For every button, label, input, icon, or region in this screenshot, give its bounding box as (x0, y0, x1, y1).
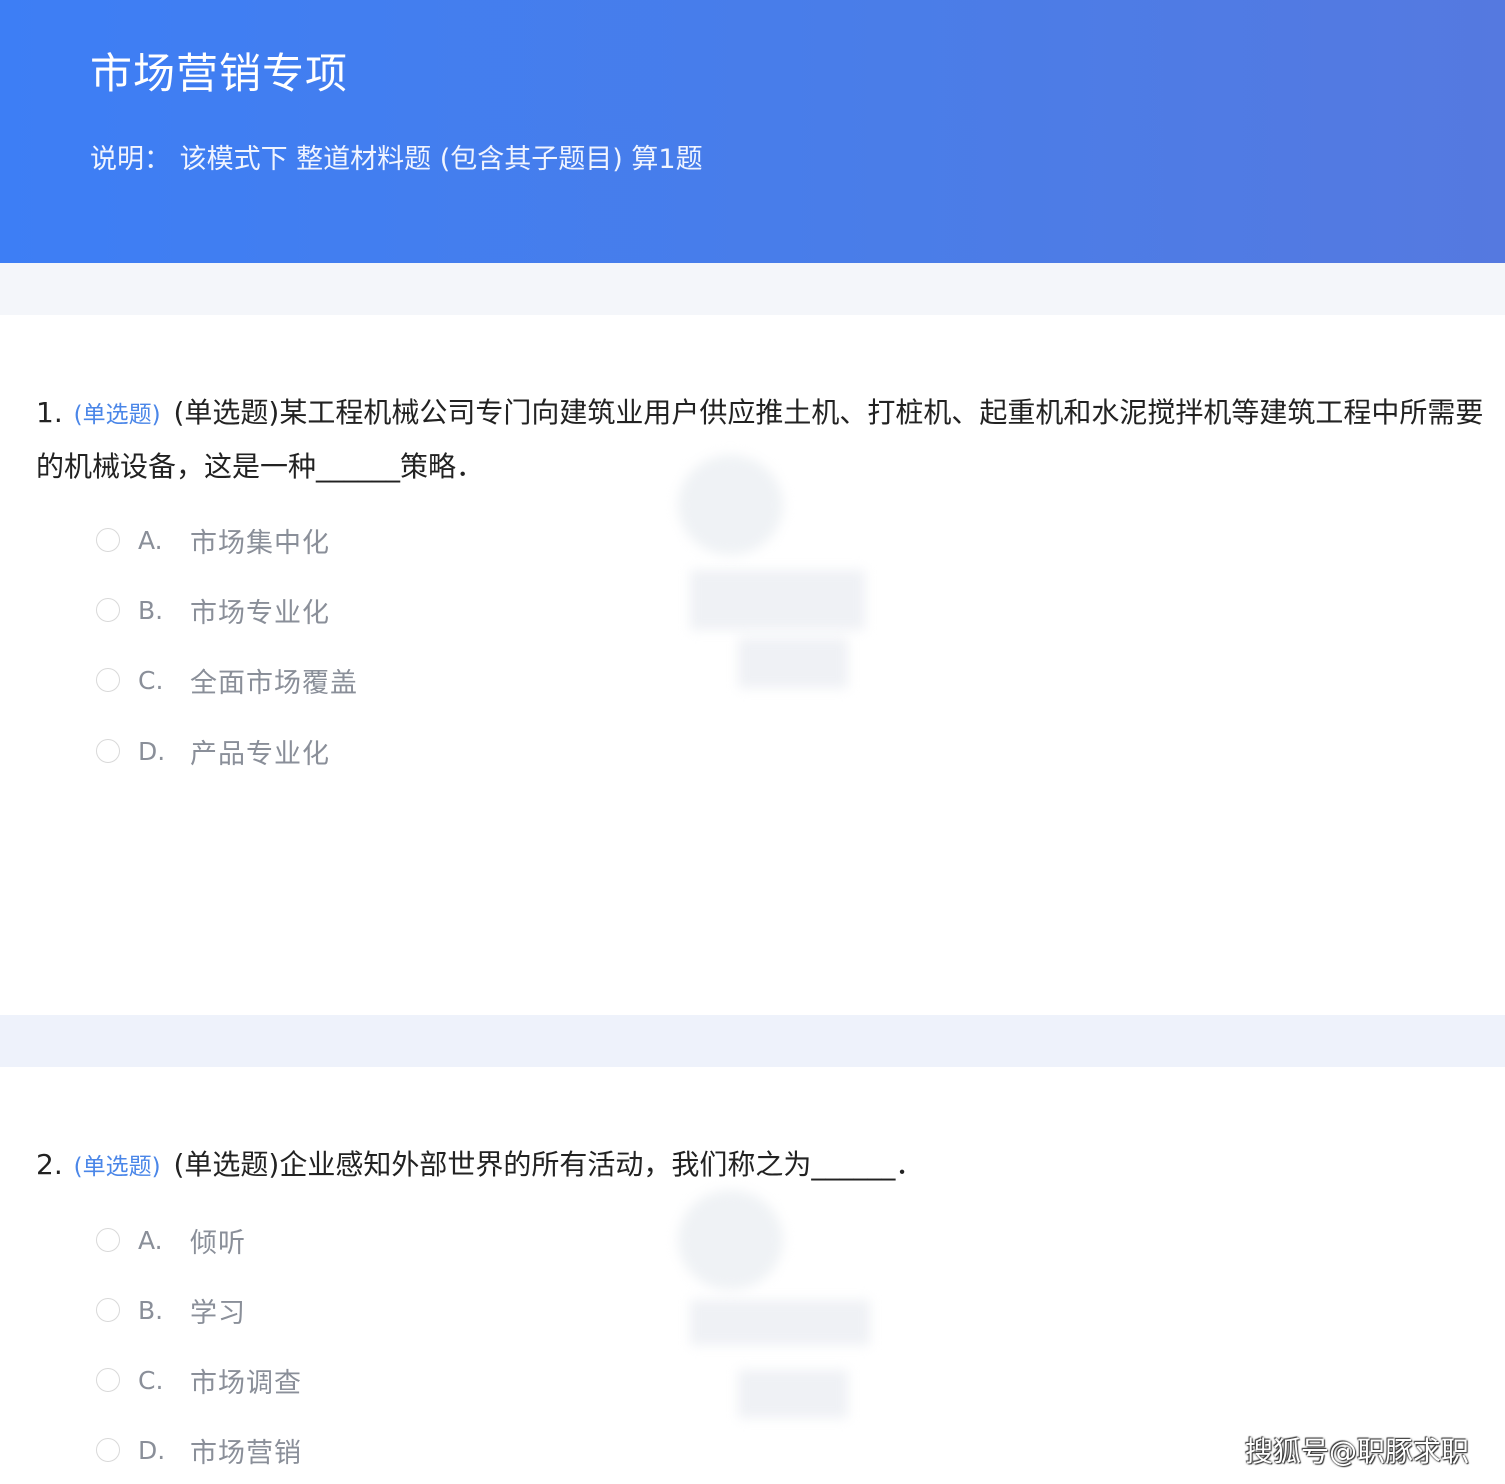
section-divider (0, 263, 1505, 315)
radio-button[interactable] (96, 1368, 120, 1392)
blurred-watermark-avatar (678, 455, 783, 555)
option-letter: B. (138, 1295, 164, 1325)
option-text: 市场营销 (190, 1437, 302, 1469)
option-a[interactable]: A. 倾听 (96, 1220, 246, 1260)
option-text: 产品专业化 (190, 738, 330, 770)
radio-button[interactable] (96, 528, 120, 552)
option-b[interactable]: B. 市场专业化 (96, 590, 330, 630)
page-header: 市场营销专项 说明： 该模式下 整道材料题 (包含其子题目) 算1题 (0, 0, 1505, 263)
option-text: 倾听 (190, 1227, 246, 1259)
question-stem: 2. (单选题) (单选题)企业感知外部世界的所有活动，我们称之为______． (36, 1139, 1501, 1193)
option-text: 学习 (190, 1297, 246, 1329)
option-letter: A. (138, 525, 163, 555)
question-text: (单选题)企业感知外部世界的所有活动，我们称之为______． (173, 1148, 924, 1181)
radio-button[interactable] (96, 598, 120, 622)
page-title: 市场营销专项 (90, 49, 349, 98)
option-letter: D. (138, 736, 166, 766)
option-letter: A. (138, 1225, 163, 1255)
radio-button[interactable] (96, 668, 120, 692)
radio-button[interactable] (96, 1438, 120, 1462)
option-d[interactable]: D. 产品专业化 (96, 731, 330, 771)
blurred-watermark-text (738, 638, 848, 688)
radio-button[interactable] (96, 1298, 120, 1322)
blurred-watermark-text (690, 1300, 870, 1345)
blurred-watermark-text (690, 570, 865, 630)
question-type-tag: (单选题) (73, 1154, 161, 1180)
option-text: 市场专业化 (190, 597, 330, 629)
question-type-tag: (单选题) (73, 402, 161, 428)
blurred-watermark-text (738, 1370, 848, 1418)
option-letter: C. (138, 665, 164, 695)
radio-button[interactable] (96, 739, 120, 763)
option-c[interactable]: C. 全面市场覆盖 (96, 660, 358, 700)
radio-button[interactable] (96, 1228, 120, 1252)
option-c[interactable]: C. 市场调查 (96, 1360, 302, 1400)
source-watermark: 搜狐号@职豚求职 (1244, 1435, 1469, 1468)
option-text: 全面市场覆盖 (190, 667, 358, 699)
section-divider (0, 1015, 1505, 1067)
question-number: 1. (36, 396, 63, 429)
option-text: 市场集中化 (190, 527, 330, 559)
page-description: 说明： 该模式下 整道材料题 (包含其子题目) 算1题 (90, 144, 703, 175)
option-d[interactable]: D. 市场营销 (96, 1430, 302, 1470)
option-b[interactable]: B. 学习 (96, 1290, 246, 1330)
option-letter: C. (138, 1365, 164, 1395)
option-text: 市场调查 (190, 1367, 302, 1399)
blurred-watermark-avatar (678, 1190, 783, 1290)
option-letter: D. (138, 1435, 166, 1465)
option-letter: B. (138, 595, 164, 625)
question-number: 2. (36, 1148, 63, 1181)
option-a[interactable]: A. 市场集中化 (96, 520, 330, 560)
